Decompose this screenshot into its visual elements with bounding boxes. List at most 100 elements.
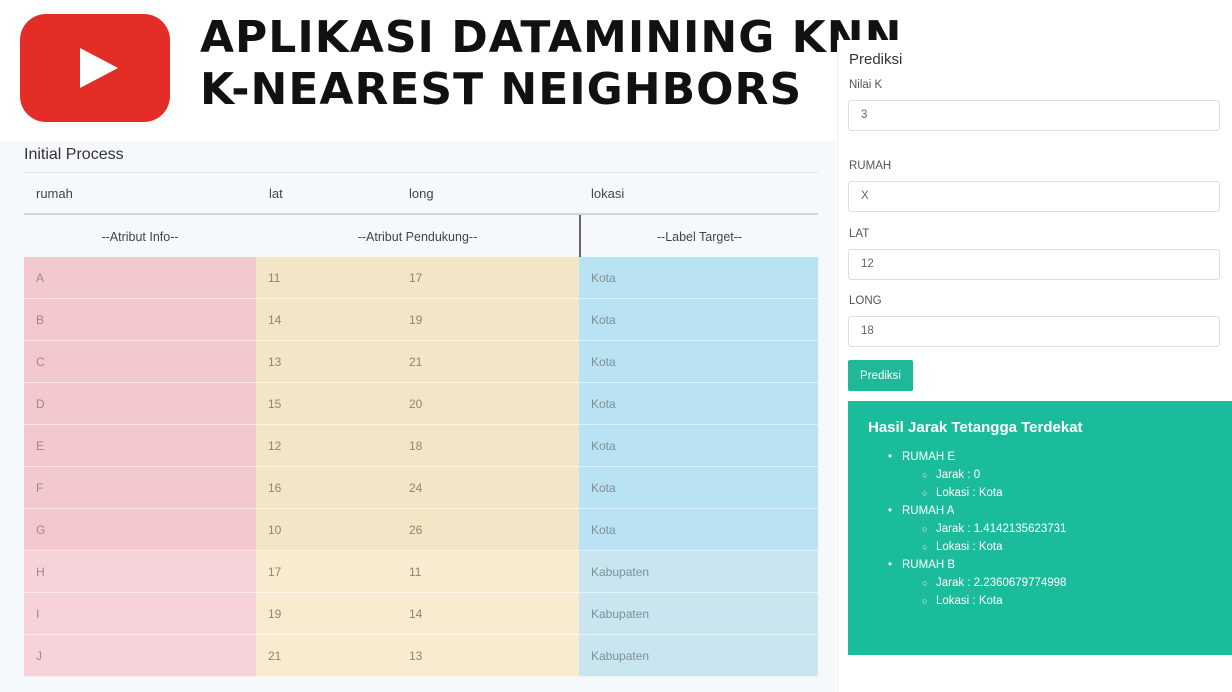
col-header-lokasi[interactable]: lokasi: [591, 186, 624, 201]
banner-title-line1: Aplikasi Datamining KNN: [200, 12, 903, 63]
long-input[interactable]: 18: [848, 316, 1220, 347]
data-table: A 11 17 Kota B 14 19 Kota C 13 21 Kota D 15 20 Kota E 12 1…: [24, 257, 818, 677]
cell-lokasi: Kabupaten: [579, 593, 818, 635]
cell-lokasi: Kota: [579, 425, 818, 467]
cell-lat: 13: [268, 355, 282, 369]
cell-pendukung: 19 14: [256, 593, 579, 635]
hasil-jarak: Jarak : 2.2360679774998: [868, 574, 1232, 592]
cell-lat: 21: [268, 649, 282, 663]
initial-process-card: Initial Process rumah lat long lokasi --…: [0, 141, 836, 692]
cell-lokasi: Kabupaten: [579, 551, 818, 593]
cell-lat: 12: [268, 439, 282, 453]
cell-lokasi: Kota: [579, 299, 818, 341]
hasil-item: RUMAH AJarak : 1.4142135623731Lokasi : K…: [868, 502, 1232, 556]
table-row: H 17 11 Kabupaten: [24, 551, 818, 593]
cell-rumah: C: [24, 341, 256, 383]
cell-long: 19: [409, 313, 423, 327]
table-row: D 15 20 Kota: [24, 383, 818, 425]
cell-long: 17: [409, 271, 423, 285]
cell-rumah: B: [24, 299, 256, 341]
long-label: LONG: [849, 295, 882, 307]
cell-long: 18: [409, 439, 423, 453]
col-header-long[interactable]: long: [409, 186, 434, 201]
cell-lat: 16: [268, 481, 282, 495]
nilai-k-label: Nilai K: [849, 79, 883, 91]
cell-rumah: H: [24, 551, 256, 593]
cell-rumah: D: [24, 383, 256, 425]
cell-long: 14: [409, 607, 423, 621]
cell-pendukung: 11 17: [256, 257, 579, 299]
cell-lokasi: Kota: [579, 509, 818, 551]
cell-lat: 15: [268, 397, 282, 411]
cell-rumah: G: [24, 509, 256, 551]
hasil-item: RUMAH BJarak : 2.2360679774998Lokasi : K…: [868, 556, 1232, 610]
group-atribut-pendukung: --Atribut Pendukung--: [357, 230, 478, 244]
cell-pendukung: 21 13: [256, 635, 579, 677]
table-row: J 21 13 Kabupaten: [24, 635, 818, 677]
hasil-lokasi: Lokasi : Kota: [868, 592, 1232, 610]
table-row: F 16 24 Kota: [24, 467, 818, 509]
hasil-jarak: Jarak : 0: [868, 466, 1232, 484]
hasil-jarak: Jarak : 1.4142135623731: [868, 520, 1232, 538]
lat-input[interactable]: 12: [848, 249, 1220, 280]
card-title: Initial Process: [24, 146, 124, 163]
hasil-lokasi: Lokasi : Kota: [868, 538, 1232, 556]
cell-lokasi: Kota: [579, 383, 818, 425]
cell-long: 13: [409, 649, 423, 663]
cell-lokasi: Kota: [579, 467, 818, 509]
cell-pendukung: 14 19: [256, 299, 579, 341]
header-divider: [24, 213, 818, 215]
divider: [24, 172, 818, 173]
cell-pendukung: 16 24: [256, 467, 579, 509]
hasil-lokasi: Lokasi : Kota: [868, 484, 1232, 502]
rumah-input[interactable]: X: [848, 181, 1220, 212]
group-label-target: --Label Target--: [656, 230, 743, 244]
cell-long: 21: [409, 355, 423, 369]
prediksi-panel: Prediksi Nilai K 3 RUMAH X LAT 12 LONG 1…: [837, 40, 1232, 692]
cell-long: 20: [409, 397, 423, 411]
cell-lokasi: Kota: [579, 257, 818, 299]
group-atribut-info: --Atribut Info--: [101, 230, 179, 244]
cell-long: 24: [409, 481, 423, 495]
table-row: E 12 18 Kota: [24, 425, 818, 467]
cell-rumah: A: [24, 257, 256, 299]
table-row: C 13 21 Kota: [24, 341, 818, 383]
hasil-item: RUMAH EJarak : 0Lokasi : Kota: [868, 448, 1232, 502]
table-row: G 10 26 Kota: [24, 509, 818, 551]
hasil-list: RUMAH EJarak : 0Lokasi : KotaRUMAH AJara…: [868, 448, 1232, 610]
rumah-label: RUMAH: [849, 160, 892, 172]
hasil-rumah: RUMAH E: [868, 448, 1232, 466]
hasil-box: Hasil Jarak Tetangga Terdekat RUMAH EJar…: [848, 401, 1232, 655]
cell-lokasi: Kota: [579, 341, 818, 383]
cell-rumah: I: [24, 593, 256, 635]
lat-label: LAT: [849, 228, 870, 240]
cell-pendukung: 12 18: [256, 425, 579, 467]
table-row: I 19 14 Kabupaten: [24, 593, 818, 635]
banner-title: Aplikasi Datamining KNN K-Nearest Neighb…: [200, 12, 903, 116]
hasil-title: Hasil Jarak Tetangga Terdekat: [868, 419, 1083, 436]
cell-pendukung: 15 20: [256, 383, 579, 425]
col-header-rumah[interactable]: rumah: [36, 186, 73, 201]
hasil-rumah: RUMAH B: [868, 556, 1232, 574]
cell-lat: 19: [268, 607, 282, 621]
cell-lat: 14: [268, 313, 282, 327]
cell-lokasi: Kabupaten: [579, 635, 818, 677]
cell-lat: 17: [268, 565, 282, 579]
col-header-lat[interactable]: lat: [269, 186, 283, 201]
cell-pendukung: 17 11: [256, 551, 579, 593]
banner-title-line2: K-Nearest Neighbors: [200, 64, 803, 115]
cell-long: 26: [409, 523, 423, 537]
cell-pendukung: 10 26: [256, 509, 579, 551]
cell-rumah: E: [24, 425, 256, 467]
cell-long: 11: [409, 565, 422, 579]
cell-rumah: F: [24, 467, 256, 509]
table-row: A 11 17 Kota: [24, 257, 818, 299]
nilai-k-input[interactable]: 3: [848, 100, 1220, 131]
cell-pendukung: 13 21: [256, 341, 579, 383]
hasil-rumah: RUMAH A: [868, 502, 1232, 520]
table-row: B 14 19 Kota: [24, 299, 818, 341]
cell-lat: 11: [268, 271, 281, 285]
cell-lat: 10: [268, 523, 282, 537]
prediksi-button[interactable]: Prediksi: [848, 360, 913, 391]
youtube-logo-icon: [20, 14, 170, 122]
